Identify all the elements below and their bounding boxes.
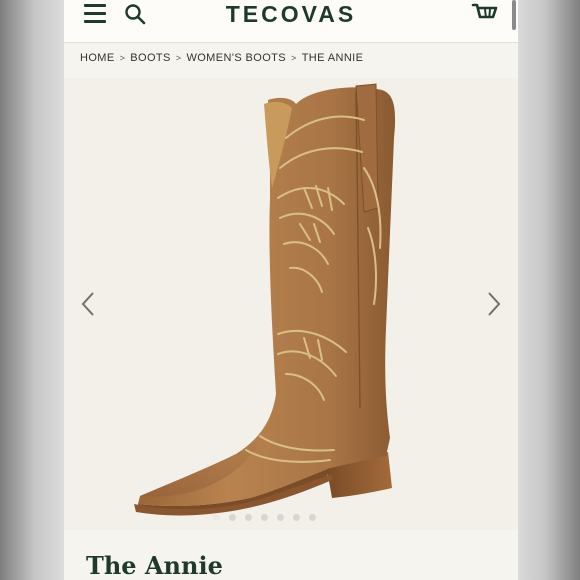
breadcrumb-womens-boots[interactable]: WOMEN'S BOOTS [186, 52, 286, 64]
breadcrumb-separator: > [291, 53, 297, 63]
product-image-gallery[interactable] [64, 78, 518, 530]
site-header: TECOVAS [64, 0, 518, 43]
product-image-boot [134, 83, 396, 516]
breadcrumb-separator: > [119, 53, 126, 63]
breadcrumb-separator: > [175, 53, 182, 63]
gallery-dot[interactable] [245, 514, 252, 521]
cart-icon[interactable] [471, 2, 499, 26]
product-title: The Annie [86, 551, 223, 580]
gallery-dot[interactable] [261, 514, 268, 521]
gallery-dot[interactable] [277, 514, 284, 521]
chevron-right-icon[interactable] [484, 290, 504, 318]
chevron-left-icon[interactable] [78, 290, 98, 318]
gallery-dot[interactable] [309, 514, 316, 521]
breadcrumb-boots[interactable]: BOOTS [130, 52, 171, 64]
breadcrumb-home[interactable]: HOME [80, 52, 115, 64]
gallery-dot[interactable] [293, 514, 300, 521]
mobile-page: TECOVAS HOME > BOOTS > WOMEN'S BOOTS > THE ANN… [64, 0, 518, 580]
gallery-dot[interactable] [229, 514, 236, 521]
gallery-dot[interactable] [213, 514, 220, 521]
breadcrumb-current: THE ANNIE [301, 52, 364, 64]
brand-logo[interactable]: TECOVAS [64, 0, 518, 28]
breadcrumb: HOME > BOOTS > WOMEN'S BOOTS > THE ANNIE [80, 50, 363, 66]
scrollbar[interactable] [512, 0, 516, 30]
